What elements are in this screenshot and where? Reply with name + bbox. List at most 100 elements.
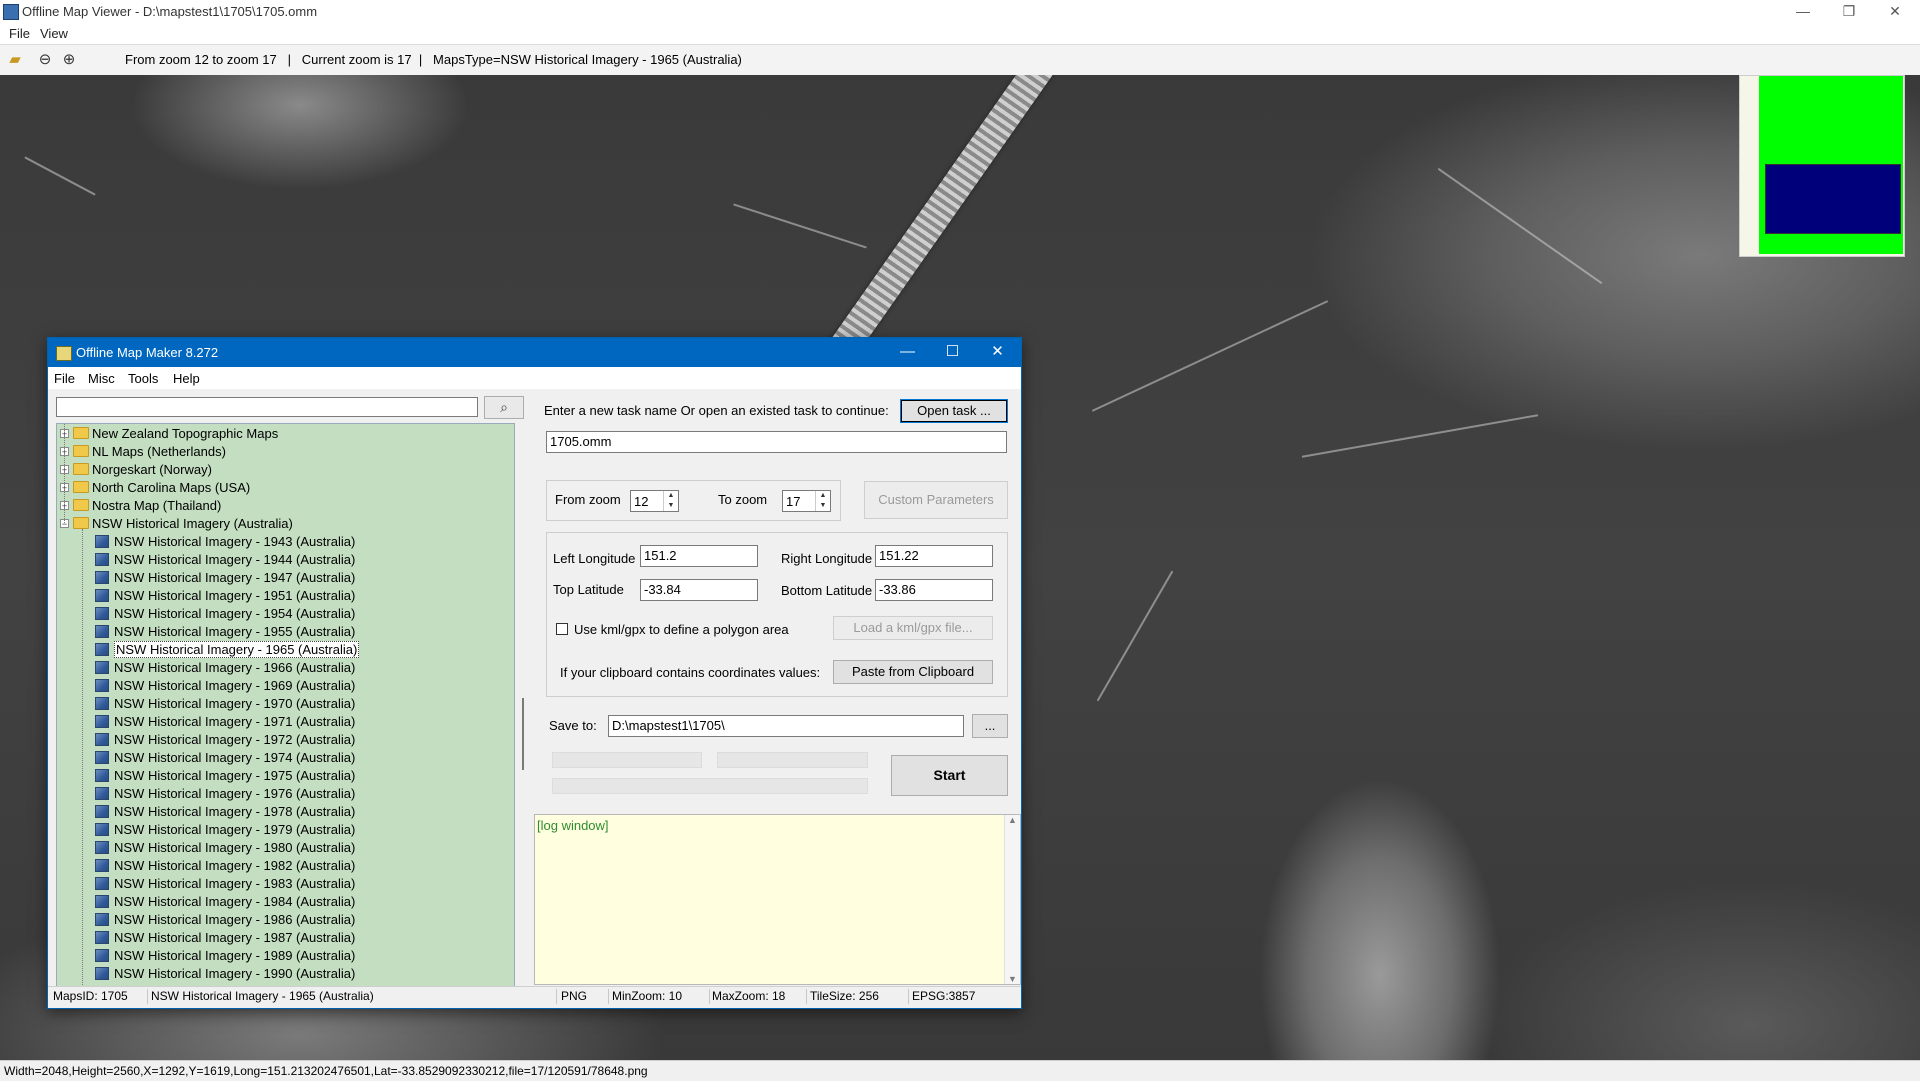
left-longitude-field[interactable]: 151.2 [640, 545, 758, 567]
from-zoom-up-icon[interactable]: ▲ [664, 491, 678, 501]
map-search-input[interactable] [56, 397, 478, 417]
from-zoom-value: 12 [634, 494, 649, 509]
tree-map-item[interactable]: NSW Historical Imagery - 1984 (Australia… [57, 893, 514, 911]
map-layer-icon [95, 841, 109, 854]
scroll-down-icon[interactable]: ▼ [1005, 974, 1020, 984]
tree-map-item[interactable]: NSW Historical Imagery - 1970 (Australia… [57, 695, 514, 713]
to-zoom-stepper[interactable]: 17 ▲ ▼ [782, 490, 831, 512]
tree-map-item[interactable]: NSW Historical Imagery - 1955 (Australia… [57, 623, 514, 641]
menu-view[interactable]: View [40, 26, 68, 41]
map-layer-icon [95, 697, 109, 710]
bottom-latitude-field[interactable]: -33.86 [875, 579, 993, 601]
tree-map-item[interactable]: NSW Historical Imagery - 1969 (Australia… [57, 677, 514, 695]
tree-map-label: NSW Historical Imagery - 1947 (Australia… [114, 570, 356, 585]
map-layer-icon [95, 913, 109, 926]
panel-splitter[interactable] [522, 698, 524, 770]
tree-folder[interactable]: + North Carolina Maps (USA) [57, 479, 514, 497]
from-zoom-down-icon[interactable]: ▼ [664, 501, 678, 511]
task-name-field[interactable]: 1705.omm [546, 431, 1007, 453]
tree-map-label: NSW Historical Imagery - 1979 (Australia… [114, 822, 356, 837]
folder-icon [73, 481, 89, 493]
menu-file[interactable]: File [9, 26, 30, 41]
custom-parameters-button[interactable]: Custom Parameters [864, 481, 1008, 519]
dialog-maximize-button[interactable]: ☐ [930, 338, 975, 367]
tree-folder[interactable]: + NL Maps (Netherlands) [57, 443, 514, 461]
kml-checkbox[interactable] [556, 623, 568, 635]
status-tile-size: TileSize: 256 [810, 989, 879, 1003]
to-zoom-up-icon[interactable]: ▲ [816, 491, 830, 501]
tree-map-item[interactable]: NSW Historical Imagery - 1972 (Australia… [57, 731, 514, 749]
tree-folder-label: NL Maps (Netherlands) [92, 444, 226, 459]
tree-map-item[interactable]: NSW Historical Imagery - 1989 (Australia… [57, 947, 514, 965]
tree-folder[interactable]: + Norgeskart (Norway) [57, 461, 514, 479]
dialog-menu-tools[interactable]: Tools [128, 371, 158, 386]
map-layer-icon [95, 859, 109, 872]
tree-map-item[interactable]: NSW Historical Imagery - 1971 (Australia… [57, 713, 514, 731]
zoom-out-icon[interactable]: ⊖ [36, 51, 54, 69]
right-longitude-label: Right Longitude [781, 551, 873, 566]
tree-map-item[interactable]: NSW Historical Imagery - 1947 (Australia… [57, 569, 514, 587]
map-layer-icon [95, 751, 109, 764]
tree-map-label: NSW Historical Imagery - 1971 (Australia… [114, 714, 356, 729]
map-layer-icon [95, 967, 109, 980]
tree-map-item[interactable]: NSW Historical Imagery - 1944 (Australia… [57, 551, 514, 569]
tree-map-label: NSW Historical Imagery - 1974 (Australia… [114, 750, 356, 765]
open-task-button[interactable]: Open task ... [900, 399, 1008, 423]
tree-map-item[interactable]: NSW Historical Imagery - 1954 (Australia… [57, 605, 514, 623]
tree-folder[interactable]: + New Zealand Topographic Maps [57, 425, 514, 443]
folder-icon [73, 463, 89, 475]
log-scrollbar[interactable]: ▲ ▼ [1004, 815, 1020, 984]
open-folder-icon[interactable]: ▰ [6, 51, 24, 69]
tree-map-item[interactable]: NSW Historical Imagery - 1987 (Australia… [57, 929, 514, 947]
right-longitude-field[interactable]: 151.22 [875, 545, 993, 567]
tree-map-item[interactable]: NSW Historical Imagery - 1979 (Australia… [57, 821, 514, 839]
start-button[interactable]: Start [891, 755, 1008, 796]
tree-map-item[interactable]: NSW Historical Imagery - 1966 (Australia… [57, 659, 514, 677]
tree-map-item[interactable]: NSW Historical Imagery - 1976 (Australia… [57, 785, 514, 803]
tree-map-item[interactable]: NSW Historical Imagery - 1990 (Australia… [57, 965, 514, 983]
tree-map-label: NSW Historical Imagery - 1955 (Australia… [114, 624, 356, 639]
dialog-titlebar[interactable]: Offline Map Maker 8.272 — ☐ ✕ [48, 338, 1021, 367]
folder-icon [73, 445, 89, 457]
dialog-menu-help[interactable]: Help [173, 371, 200, 386]
tree-map-item[interactable]: NSW Historical Imagery - 1986 (Australia… [57, 911, 514, 929]
tree-folder[interactable]: + Nostra Map (Thailand) [57, 497, 514, 515]
tree-map-item[interactable]: NSW Historical Imagery - 1951 (Australia… [57, 587, 514, 605]
tree-map-item[interactable]: NSW Historical Imagery - 1983 (Australia… [57, 875, 514, 893]
tree-map-item[interactable]: NSW Historical Imagery - 1978 (Australia… [57, 803, 514, 821]
restore-button[interactable]: ❐ [1826, 0, 1872, 24]
map-layer-icon [95, 661, 109, 674]
from-zoom-stepper[interactable]: 12 ▲ ▼ [630, 490, 679, 512]
map-wake [733, 203, 867, 249]
tree-folder[interactable]: − NSW Historical Imagery (Australia) [57, 515, 514, 533]
paste-clipboard-button[interactable]: Paste from Clipboard [833, 660, 993, 684]
zoom-in-icon[interactable]: ⊕ [60, 51, 78, 69]
log-text: [log window] [537, 818, 609, 833]
tree-map-item[interactable]: NSW Historical Imagery - 1982 (Australia… [57, 857, 514, 875]
map-search-button[interactable]: ⌕ [484, 396, 524, 419]
log-window[interactable]: [log window] ▲ ▼ [534, 814, 1021, 985]
tree-map-item[interactable]: NSW Historical Imagery - 1980 (Australia… [57, 839, 514, 857]
save-path-field[interactable]: D:\mapstest1\1705\ [608, 715, 964, 737]
scroll-up-icon[interactable]: ▲ [1005, 815, 1020, 825]
to-zoom-down-icon[interactable]: ▼ [816, 501, 830, 511]
tree-map-item[interactable]: NSW Historical Imagery - 1974 (Australia… [57, 749, 514, 767]
close-button[interactable]: ✕ [1872, 0, 1918, 24]
window-title: Offline Map Viewer - D:\mapstest1\1705\1… [22, 4, 318, 19]
map-source-tree[interactable]: + New Zealand Topographic Maps + NL Maps (N… [56, 423, 515, 987]
tree-map-item[interactable]: NSW Historical Imagery - 1943 (Australia… [57, 533, 514, 551]
tree-map-item[interactable]: NSW Historical Imagery - 1975 (Australia… [57, 767, 514, 785]
tree-folder-label: Nostra Map (Thailand) [92, 498, 222, 513]
load-kml-button[interactable]: Load a kml/gpx file... [833, 616, 993, 640]
top-latitude-field[interactable]: -33.84 [640, 579, 758, 601]
dialog-menu-misc[interactable]: Misc [88, 371, 115, 386]
tree-map-label: NSW Historical Imagery - 1972 (Australia… [114, 732, 356, 747]
dialog-close-button[interactable]: ✕ [975, 338, 1020, 367]
minimize-button[interactable]: — [1780, 0, 1826, 24]
minimap-viewport[interactable] [1765, 164, 1901, 234]
tree-map-item[interactable]: NSW Historical Imagery - 1965 (Australia… [57, 641, 514, 659]
dialog-minimize-button[interactable]: — [885, 338, 930, 367]
dialog-menu-file[interactable]: File [54, 371, 75, 386]
browse-button[interactable]: ... [972, 714, 1008, 738]
minimap[interactable] [1739, 75, 1905, 257]
